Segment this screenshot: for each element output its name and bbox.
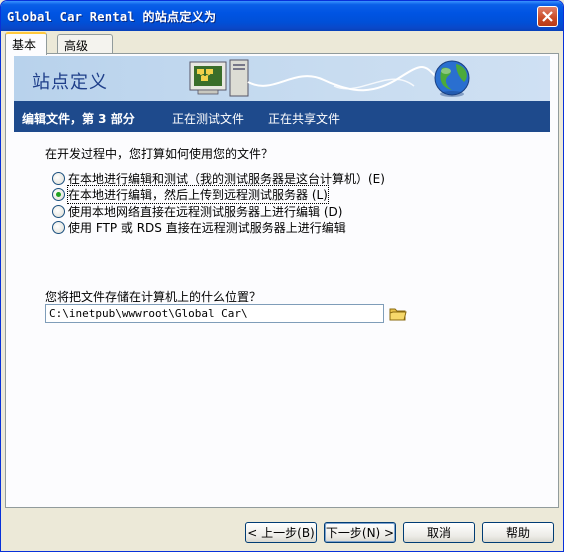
- next-button[interactable]: 下一步(N) >: [324, 522, 396, 543]
- browse-folder-button[interactable]: [389, 305, 407, 322]
- back-button[interactable]: < 上一步(B): [245, 522, 317, 543]
- tab-panel: 站点定义 编辑文件，第 3 部分 正在测试文件 正在共享文件 在开发过程中，您打…: [5, 53, 559, 508]
- tab-advanced[interactable]: 高级: [57, 34, 113, 54]
- usage-question: 在开发过程中，您打算如何使用您的文件？: [45, 147, 274, 161]
- option-network-edit[interactable]: 使用本地网络直接在远程测试服务器上进行编辑 (D): [52, 203, 342, 219]
- close-button[interactable]: [537, 6, 558, 27]
- banner: 站点定义: [14, 56, 550, 101]
- title-bar[interactable]: Global Car Rental 的站点定义为: [1, 1, 563, 31]
- option-ftp-rds-edit[interactable]: 使用 FTP 或 RDS 直接在远程测试服务器上进行编辑: [52, 219, 346, 235]
- cancel-button[interactable]: 取消: [403, 522, 475, 543]
- radio-network-edit[interactable]: [52, 204, 65, 218]
- tab-basic[interactable]: 基本: [5, 32, 47, 55]
- step-testing-files: 正在测试文件: [172, 112, 245, 126]
- banner-title: 站点定义: [32, 72, 108, 93]
- storage-location-question: 您将把文件存储在计算机上的什么位置？: [45, 290, 262, 304]
- radio-local-edit-upload[interactable]: [52, 187, 65, 201]
- local-folder-input[interactable]: C:\inetpub\wwwroot\Global Car\: [45, 304, 384, 323]
- close-icon: [542, 11, 553, 22]
- step-sharing-files: 正在共享文件: [268, 112, 341, 126]
- radio-ftp-rds-edit[interactable]: [52, 220, 65, 234]
- computer-network-icon: [189, 59, 470, 97]
- folder-icon: [389, 308, 407, 321]
- site-definition-dialog: Global Car Rental 的站点定义为 基本 高级 站点定义 编辑文件…: [0, 0, 564, 552]
- radio-local-edit-test[interactable]: [52, 171, 65, 185]
- option-local-edit-upload[interactable]: 在本地进行编辑，然后上传到远程测试服务器 (L): [52, 184, 329, 204]
- step-bar: 编辑文件，第 3 部分 正在测试文件 正在共享文件: [14, 101, 550, 132]
- option-network-edit-label: 使用本地网络直接在远程测试服务器上进行编辑 (D): [68, 204, 343, 219]
- option-local-edit-test[interactable]: 在本地进行编辑和测试（我的测试服务器是这台计算机）(E): [52, 170, 385, 186]
- step-edit-files: 编辑文件，第 3 部分: [22, 112, 135, 126]
- window-title: Global Car Rental 的站点定义为: [7, 10, 217, 24]
- help-button[interactable]: 帮助: [482, 522, 554, 543]
- tab-basic-label: 基本: [12, 38, 37, 52]
- option-local-edit-test-label: 在本地进行编辑和测试（我的测试服务器是这台计算机）(E): [68, 171, 385, 186]
- tab-advanced-label: 高级: [64, 39, 89, 53]
- option-ftp-rds-edit-label: 使用 FTP 或 RDS 直接在远程测试服务器上进行编辑: [68, 220, 346, 235]
- option-local-edit-upload-label: 在本地进行编辑，然后上传到远程测试服务器 (L): [67, 184, 329, 204]
